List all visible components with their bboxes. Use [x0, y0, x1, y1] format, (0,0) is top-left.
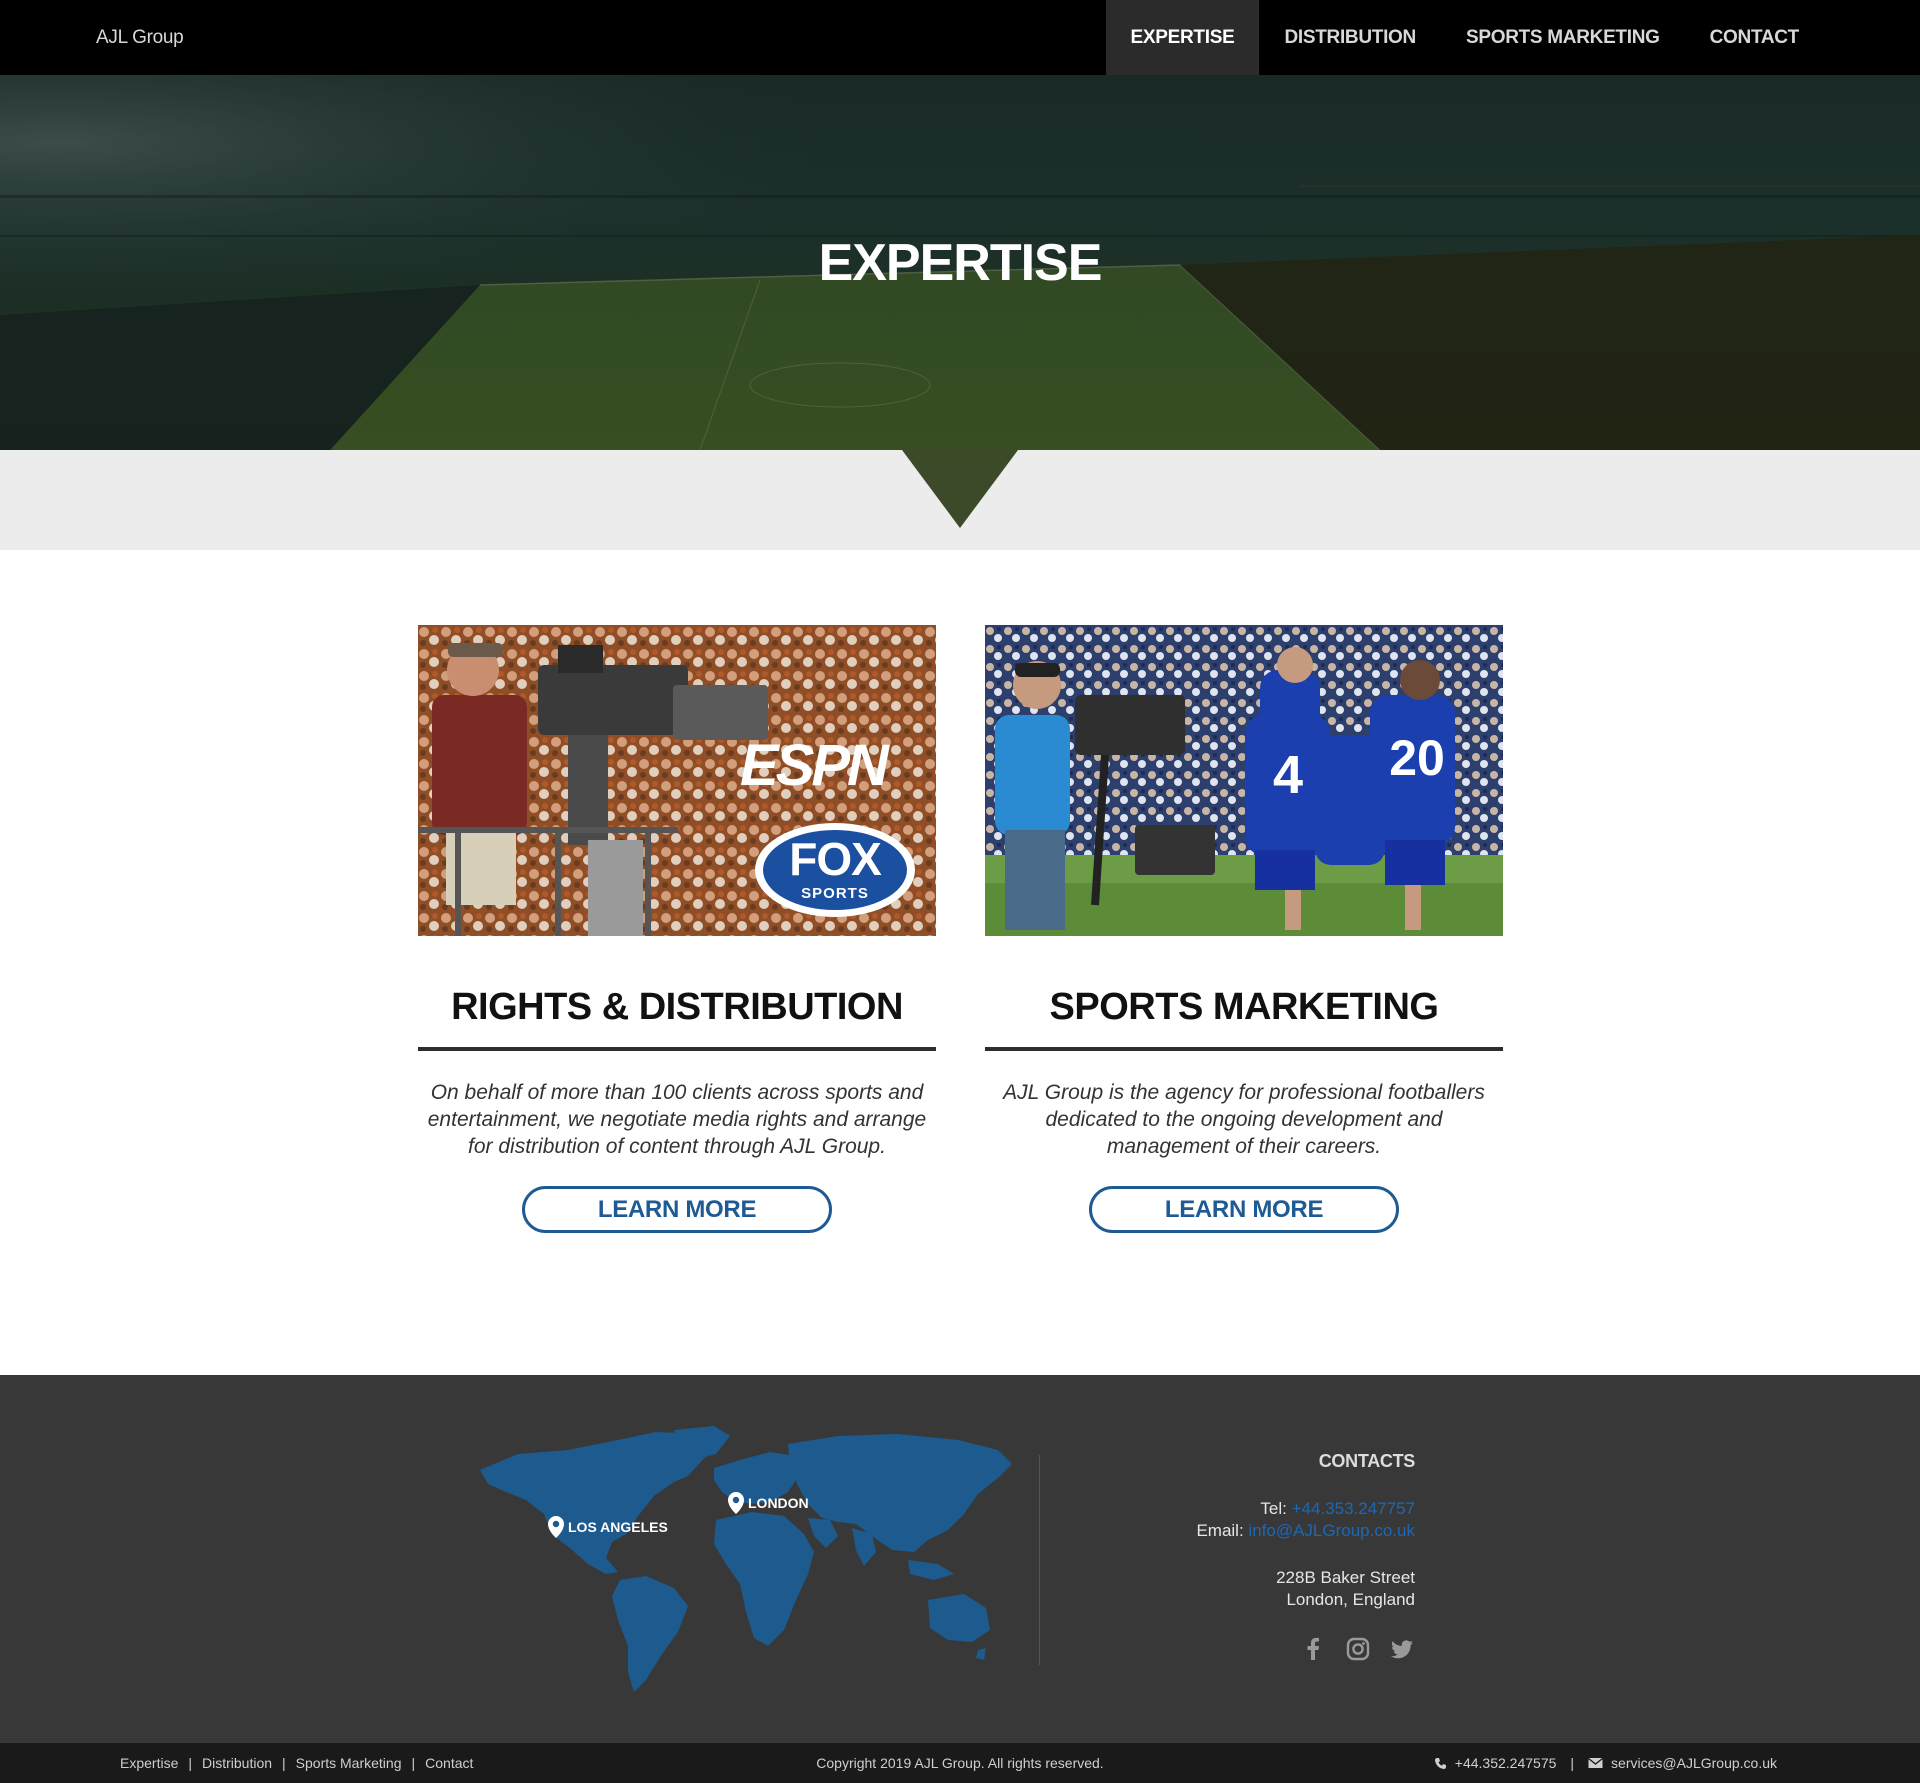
address: 228B Baker Street London, England — [1196, 1567, 1415, 1611]
main-menu: EXPERTISE DISTRIBUTION SPORTS MARKETING … — [1105, 0, 1825, 75]
social-links — [1196, 1636, 1415, 1662]
card-sports-marketing: 4 20 SPORTS MARKETING AJL Group is the a… — [985, 625, 1503, 1233]
section-divider-band — [0, 450, 1920, 550]
tel-link[interactable]: +44.353.247757 — [1292, 1499, 1415, 1518]
top-navbar: AJL Group EXPERTISE DISTRIBUTION SPORTS … — [0, 0, 1920, 75]
footer-link-sports-marketing[interactable]: Sports Marketing — [296, 1755, 402, 1771]
bottom-contacts: +44.352.247575 | services@AJLGroup.co.uk — [1434, 1743, 1777, 1783]
card-image-broadcast: ESPN FOX SPORTS — [418, 625, 936, 936]
bottom-separator: | — [1570, 1755, 1575, 1771]
instagram-icon[interactable] — [1345, 1636, 1371, 1662]
card-image-footballers: 4 20 — [985, 625, 1503, 936]
footer-link-separator: | — [282, 1755, 286, 1771]
address-line-1: 228B Baker Street — [1276, 1568, 1415, 1587]
card-title: SPORTS MARKETING — [985, 986, 1503, 1051]
footer-link-separator: | — [188, 1755, 192, 1771]
svg-text:20: 20 — [1389, 730, 1445, 786]
card-description: On behalf of more than 100 clients acros… — [427, 1081, 927, 1158]
address-line-2: London, England — [1286, 1590, 1415, 1609]
card-description: AJL Group is the agency for professional… — [1003, 1081, 1485, 1158]
learn-more-button[interactable]: LEARN MORE — [1089, 1186, 1399, 1233]
map-label-los-angeles: LOS ANGELES — [568, 1519, 668, 1535]
tel-line: Tel: +44.353.247757 — [1196, 1498, 1415, 1520]
email-line: Email: info@AJLGroup.co.uk — [1196, 1520, 1415, 1542]
nav-item-sports-marketing[interactable]: SPORTS MARKETING — [1441, 0, 1685, 75]
world-map: LOS ANGELES LONDON — [480, 1426, 1012, 1692]
contacts-block: CONTACTS Tel: +44.353.247757 Email: info… — [1196, 1451, 1415, 1662]
brand-logo[interactable]: AJL Group — [96, 0, 184, 75]
card-title: RIGHTS & DISTRIBUTION — [418, 986, 936, 1051]
bottom-bar: Expertise | Distribution | Sports Marketing |… — [0, 1743, 1920, 1783]
contacts-heading: CONTACTS — [1318, 1451, 1416, 1471]
nav-item-contact[interactable]: CONTACT — [1685, 0, 1824, 75]
tel-label: Tel: — [1260, 1499, 1287, 1518]
location-pin-icon — [728, 1492, 744, 1514]
footer-divider — [1039, 1455, 1040, 1665]
email-label: Email: — [1196, 1521, 1244, 1540]
site-footer: LOS ANGELES LONDON CONTACTS Tel: +44.353… — [0, 1375, 1920, 1743]
svg-text:4: 4 — [1273, 745, 1303, 805]
hero-banner: EXPERTISE — [0, 75, 1920, 450]
twitter-icon[interactable] — [1389, 1636, 1415, 1662]
footer-link-separator: | — [411, 1755, 416, 1771]
espn-logo: ESPN — [740, 733, 890, 798]
svg-text:SPORTS: SPORTS — [801, 885, 869, 902]
card-rights-distribution: ESPN FOX SPORTS RIGHTS & DISTRIBUTION On… — [418, 625, 936, 1233]
bottom-email[interactable]: services@AJLGroup.co.uk — [1611, 1743, 1777, 1783]
nav-item-distribution[interactable]: DISTRIBUTION — [1259, 0, 1441, 75]
footer-nav: Expertise | Distribution | Sports Marketing |… — [120, 1743, 473, 1783]
page-title: EXPERTISE — [818, 234, 1103, 292]
envelope-icon — [1588, 1757, 1603, 1768]
facebook-icon[interactable] — [1301, 1636, 1327, 1662]
footer-link-contact[interactable]: Contact — [425, 1755, 473, 1771]
svg-text:FOX: FOX — [789, 833, 882, 885]
learn-more-button[interactable]: LEARN MORE — [522, 1186, 832, 1233]
phone-icon — [1434, 1757, 1446, 1769]
down-arrow-icon — [902, 450, 1018, 528]
footer-link-distribution[interactable]: Distribution — [202, 1755, 272, 1771]
map-label-london: LONDON — [748, 1495, 809, 1511]
bottom-phone[interactable]: +44.352.247575 — [1455, 1743, 1557, 1783]
email-link[interactable]: info@AJLGroup.co.uk — [1248, 1521, 1415, 1540]
footer-link-expertise[interactable]: Expertise — [120, 1755, 178, 1771]
nav-item-expertise[interactable]: EXPERTISE — [1105, 0, 1260, 75]
